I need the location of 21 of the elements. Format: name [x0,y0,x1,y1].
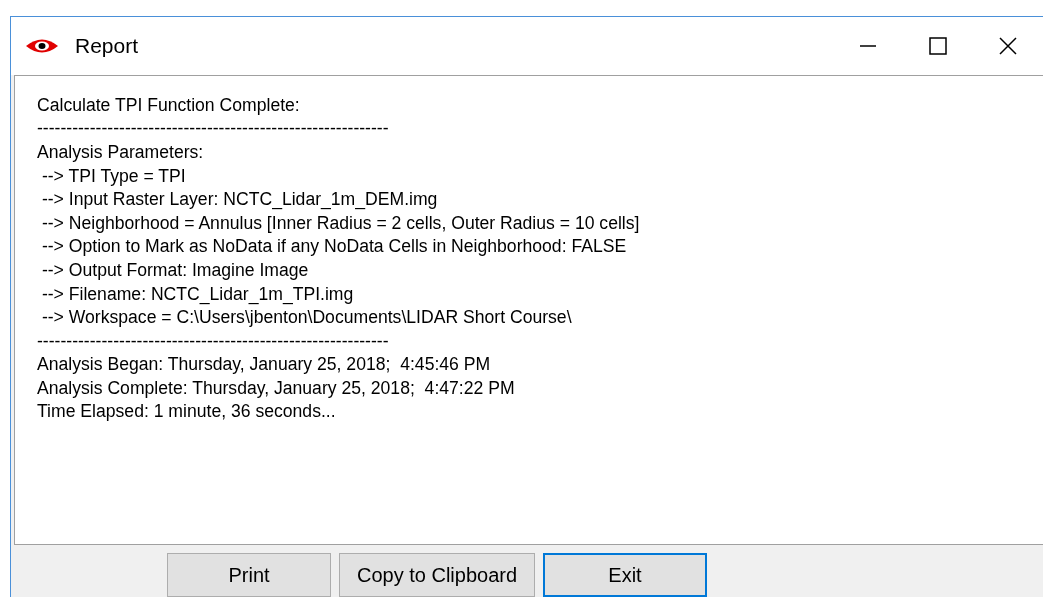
dialog-button[interactable]: Print [167,553,331,597]
report-line: --> Option to Mark as NoData if any NoData Cells in Neighborhood: FALSE [40,235,627,259]
report-line: --> Workspace = C:\Users\jbenton\Documents\LIDAR Short Course\ [40,306,572,330]
report-line: Calculate TPI Function Complete: [37,93,300,117]
close-icon [998,35,1018,56]
report-line: ------------------------------------------------------------ [37,329,389,353]
window-title: Report [75,33,139,60]
report-line: --> Filename: NCTC_Lidar_1m_TPI.img [40,282,354,307]
maximize-icon [928,35,948,56]
dialog-button[interactable]: Exit [543,553,707,597]
report-line: Time Elapsed: 1 minute, 36 seconds... [37,400,336,424]
dialog-button[interactable]: Copy to Clipboard [339,553,535,597]
minimize-icon [860,44,876,47]
report-line: Analysis Complete: Thursday, January 25, 2018; 4:47:22 PM [37,376,515,400]
report-line: --> Neighborhood = Annulus [Inner Radius = 2 cells, Outer Radius = 10 cells] [40,211,640,235]
report-line: Analysis Began: Thursday, January 25, 2018; 4:45:46 PM [37,353,491,377]
report-line: --> TPI Type = TPI [40,164,186,188]
report-line: --> Input Raster Layer: NCTC_Lidar_1m_DEM.img [40,188,438,212]
report-line: Analysis Parameters: [37,140,204,164]
report-line: ------------------------------------------------------------ [37,117,389,141]
report-line: --> Output Format: Imagine Image [40,258,309,282]
